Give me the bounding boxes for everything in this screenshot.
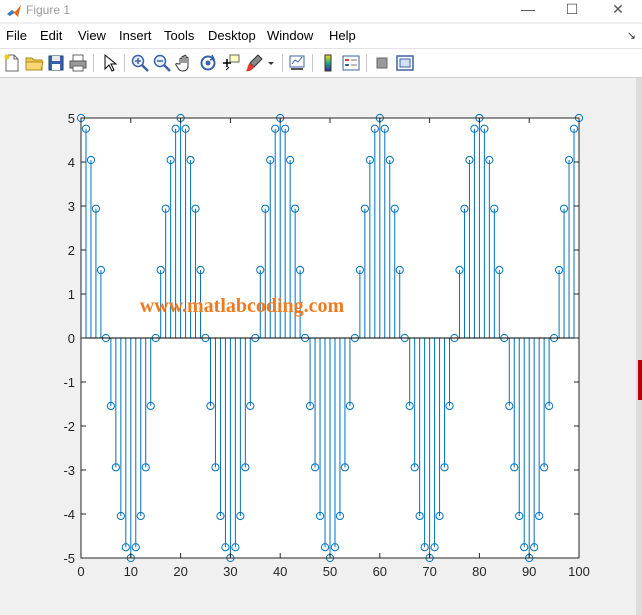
x-tick-label: 50 — [323, 564, 337, 579]
x-tick-label: 70 — [422, 564, 436, 579]
x-tick-label: 90 — [522, 564, 536, 579]
x-tick-label: 0 — [77, 564, 84, 579]
stem-plot[interactable]: 0 10 20 30 40 50 60 70 80 90 100543210-1-2-3-4-5 w… — [0, 0, 642, 615]
x-tick-label: 30 — [223, 564, 237, 579]
y-tick-label: -1 — [63, 375, 75, 390]
y-tick-label: 5 — [68, 111, 75, 126]
y-tick-label: -4 — [63, 507, 75, 522]
x-tick-label: 100 — [568, 564, 590, 579]
y-tick-label: 2 — [68, 243, 75, 258]
y-tick-label: 4 — [68, 155, 75, 170]
y-tick-label: -3 — [63, 463, 75, 478]
y-tick-label: -2 — [63, 419, 75, 434]
watermark-text: www.matlabcoding.com — [140, 295, 345, 317]
x-tick-label: 60 — [373, 564, 387, 579]
y-tick-label: -5 — [63, 551, 75, 566]
x-tick-label: 10 — [124, 564, 138, 579]
x-tick-label: 80 — [472, 564, 486, 579]
y-tick-label: 1 — [68, 287, 75, 302]
x-tick-label: 20 — [173, 564, 187, 579]
y-tick-label: 3 — [68, 199, 75, 214]
y-tick-label: 0 — [68, 331, 75, 346]
x-tick-label: 40 — [273, 564, 287, 579]
